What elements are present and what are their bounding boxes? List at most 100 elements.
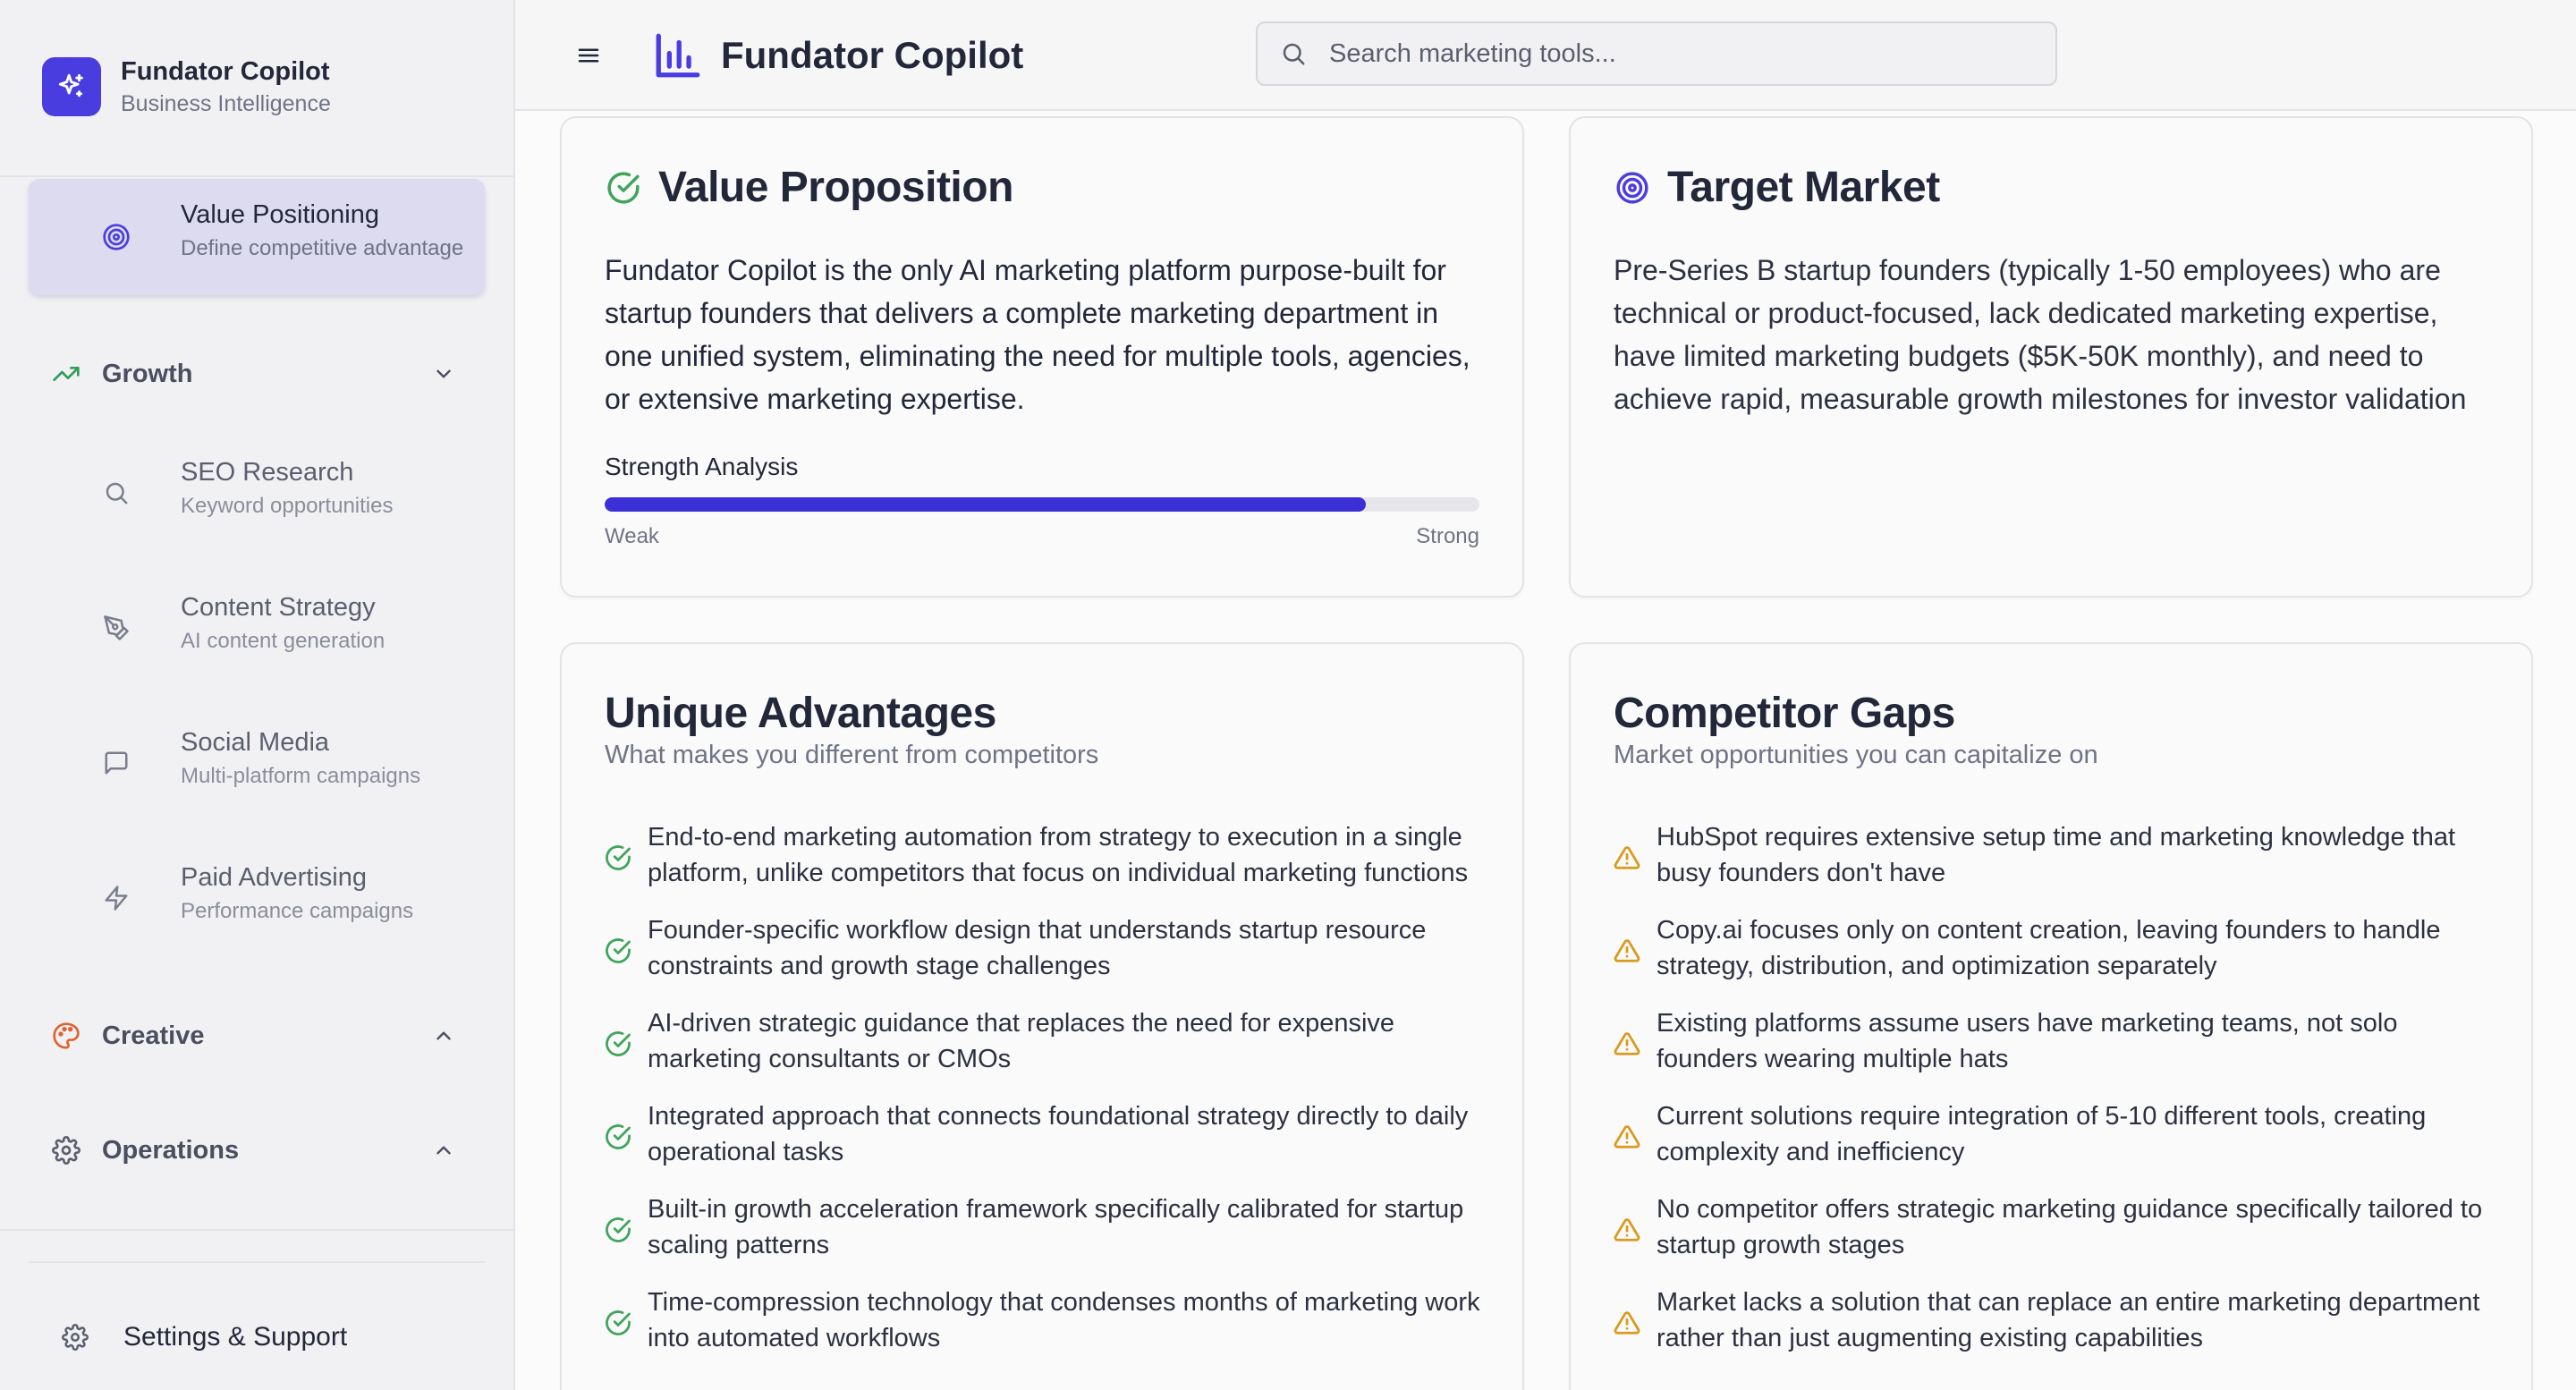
palette-icon (48, 1018, 84, 1054)
moon-icon[interactable] (2569, 36, 2576, 75)
brand: Fundator Copilot Business Intelligence (0, 0, 513, 177)
list-item-text: Built-in growth acceleration framework s… (648, 1195, 1464, 1259)
list-item-text: Market lacks a solution that can replace… (1657, 1288, 2480, 1352)
sidebar-item-description: Performance campaigns (181, 899, 414, 923)
strength-min-label: Weak (605, 524, 659, 548)
list-item-text: End-to-end marketing automation from str… (648, 823, 1469, 887)
sidebar: Fundator Copilot Business Intelligence V… (0, 0, 515, 1390)
check-circle-icon (605, 937, 631, 964)
search-icon (1277, 38, 1309, 70)
list-item: Founder-specific workflow design that un… (605, 912, 1487, 984)
list-item: Integrated approach that connects founda… (605, 1098, 1487, 1170)
sidebar-item-label: Content Strategy (181, 593, 376, 622)
list-item: No competitor offers strategic marketing… (1614, 1191, 2496, 1263)
brand-subtitle: Business Intelligence (121, 91, 331, 116)
list-item: Copy.ai focuses only on content creation… (1614, 912, 2496, 984)
alert-triangle-icon (1614, 1309, 1640, 1336)
sidebar-item-label: SEO Research (181, 458, 354, 487)
check-circle-icon (605, 169, 642, 207)
list-item-text: Integrated approach that connects founda… (648, 1102, 1469, 1166)
check-circle-icon (605, 1030, 631, 1057)
search-icon (98, 475, 134, 511)
pen-tool-icon (98, 610, 134, 646)
chevron-up-icon[interactable] (428, 1020, 460, 1052)
list-item-text: Existing platforms assume users have mar… (1657, 1009, 2398, 1073)
sidebar-group-operations[interactable]: Operations (29, 1123, 485, 1177)
sidebar-footer: Settings & Support (0, 1229, 513, 1390)
unique-advantages-card: Unique Advantages What makes you differe… (560, 642, 1524, 1390)
check-circle-icon (605, 1309, 631, 1336)
alert-triangle-icon (1614, 1216, 1640, 1243)
page-title: Fundator Copilot (721, 34, 1024, 76)
list-item: Time-compression technology that condens… (605, 1284, 1487, 1356)
sidebar-item-label: Social Media (181, 728, 330, 757)
list-item-text: Copy.ai focuses only on content creation… (1657, 916, 2441, 980)
sidebar-group-creative[interactable]: Creative (29, 1009, 485, 1063)
value-proposition-card: Value Proposition Fundator Copilot is th… (560, 116, 1524, 598)
chevron-down-icon[interactable] (428, 358, 460, 390)
list-item-text: Current solutions require integration of… (1657, 1102, 2427, 1166)
card-title: Unique Advantages (605, 690, 996, 737)
sidebar-item-description: Keyword opportunities (181, 494, 394, 518)
topbar: Fundator Copilot (515, 0, 2576, 111)
advantages-list: End-to-end marketing automation from str… (605, 819, 1487, 1377)
message-square-icon (98, 745, 134, 781)
sidebar-group-label: Growth (102, 359, 193, 388)
sidebar-group-label: Creative (102, 1021, 205, 1050)
list-item-text: HubSpot requires extensive setup time an… (1657, 823, 2456, 887)
sidebar-group-label: Operations (102, 1135, 240, 1165)
list-item: AI-driven strategic guidance that replac… (605, 1005, 1487, 1077)
menu-icon[interactable] (571, 38, 606, 73)
sidebar-item-description: AI content generation (181, 629, 386, 653)
list-item-text: No competitor offers strategic marketing… (1657, 1195, 2483, 1259)
check-circle-icon (605, 844, 631, 871)
sparkles-icon (42, 57, 101, 116)
target-icon (1614, 169, 1651, 207)
card-subtitle: What makes you different from competitor… (605, 741, 1099, 769)
gear-icon (48, 1132, 84, 1168)
value-proposition-text: Fundator Copilot is the only AI marketin… (605, 254, 1470, 415)
card-title: Competitor Gaps (1614, 690, 1955, 737)
sidebar-item-content-strategy[interactable]: Content Strategy AI content generation (29, 570, 485, 686)
competitor-gaps-list: HubSpot requires extensive setup time an… (1614, 819, 2496, 1377)
target-market-text: Pre-Series B startup founders (typically… (1614, 254, 2467, 415)
bar-chart-icon (649, 27, 707, 84)
list-item: Market lacks a solution that can replace… (1614, 1284, 2496, 1356)
list-item-text: Time-compression technology that condens… (648, 1288, 1480, 1352)
check-circle-icon (605, 1216, 631, 1243)
list-item: HubSpot requires extensive setup time an… (1614, 819, 2496, 891)
sidebar-item-social-media[interactable]: Social Media Multi-platform campaigns (29, 705, 485, 821)
alert-triangle-icon (1614, 937, 1640, 964)
sidebar-item-seo-research[interactable]: SEO Research Keyword opportunities (29, 435, 485, 551)
list-item-text: Founder-specific workflow design that un… (648, 916, 1427, 980)
chevron-up-icon[interactable] (428, 1134, 460, 1166)
strength-analysis-label: Strength Analysis (605, 453, 799, 480)
alert-triangle-icon (1614, 1030, 1640, 1057)
card-title: Value Proposition (658, 164, 1013, 211)
sidebar-item-value-positioning[interactable]: Value Positioning Define competitive adv… (29, 179, 485, 295)
strength-bar (605, 497, 1479, 512)
card-subtitle: Market opportunities you can capitalize … (1614, 741, 2098, 769)
card-title: Target Market (1667, 164, 1940, 211)
list-item: Existing platforms assume users have mar… (1614, 1005, 2496, 1077)
strength-max-label: Strong (1416, 524, 1479, 548)
strength-bar-fill (605, 497, 1366, 512)
search-bar[interactable] (1256, 21, 2057, 86)
gear-icon (57, 1319, 93, 1355)
sidebar-item-label: Value Positioning (181, 200, 379, 229)
zap-icon (98, 880, 134, 916)
sidebar-item-description: Define competitive advantage (181, 236, 464, 260)
list-item: Built-in growth acceleration framework s… (605, 1191, 1487, 1263)
main-content: Fundator Copilot Va (515, 0, 2576, 1390)
sidebar-group-growth[interactable]: Growth (29, 347, 485, 401)
list-item-text: AI-driven strategic guidance that replac… (648, 1009, 1395, 1073)
target-market-card: Target Market Pre-Series B startup found… (1569, 116, 2533, 598)
alert-triangle-icon (1614, 844, 1640, 871)
check-circle-icon (605, 1123, 631, 1150)
competitor-gaps-card: Competitor Gaps Market opportunities you… (1569, 642, 2533, 1390)
sidebar-item-description: Multi-platform campaigns (181, 764, 421, 788)
sidebar-item-label: Paid Advertising (181, 863, 367, 892)
sidebar-item-paid-advertising[interactable]: Paid Advertising Performance campaigns (29, 840, 485, 956)
search-input[interactable] (1329, 38, 2055, 69)
settings-support-button[interactable]: Settings & Support (29, 1306, 485, 1369)
